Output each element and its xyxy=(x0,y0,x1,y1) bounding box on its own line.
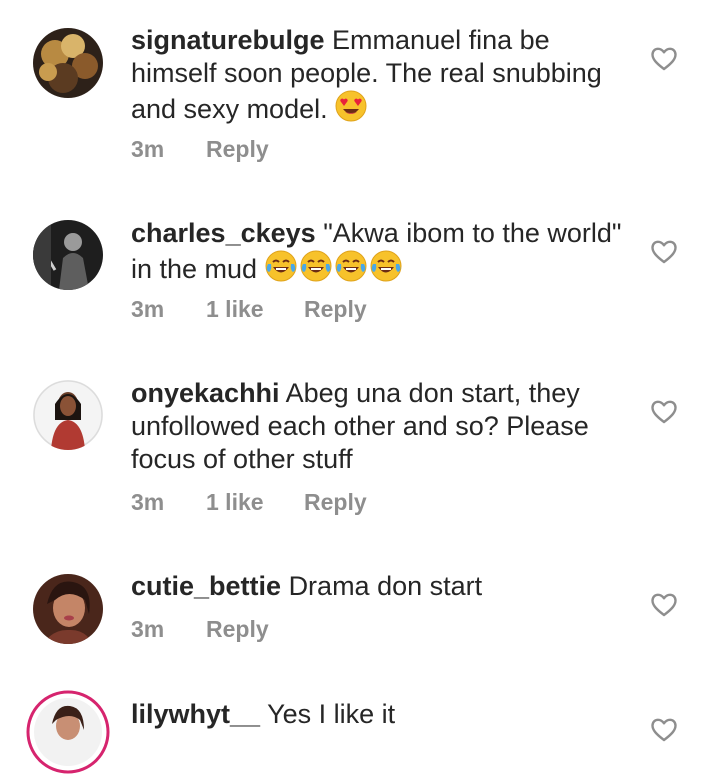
comment-username[interactable]: cutie_bettie xyxy=(131,571,281,601)
comment-username[interactable]: lilywhyt__ xyxy=(131,699,260,729)
avatar-image xyxy=(33,380,103,450)
comment-likes[interactable]: 1 like xyxy=(206,489,304,516)
avatar[interactable] xyxy=(33,220,103,290)
comment-meta: 3m 1 like Reply xyxy=(131,296,367,323)
comment-text: lilywhyt__ Yes I like it xyxy=(131,698,631,731)
comment-likes[interactable]: 1 like xyxy=(206,296,304,323)
comment-meta: 3m Reply xyxy=(131,616,269,643)
avatar[interactable] xyxy=(26,690,110,774)
avatar-image xyxy=(26,690,110,774)
heart-outline-icon[interactable] xyxy=(651,593,677,617)
reply-button[interactable]: Reply xyxy=(206,616,269,643)
avatar-image xyxy=(33,28,103,98)
comment-time: 3m xyxy=(131,296,165,322)
heart-outline-icon[interactable] xyxy=(651,718,677,742)
comment-time: 3m xyxy=(131,616,165,642)
comment-meta: 3m Reply xyxy=(131,136,269,163)
reply-button[interactable]: Reply xyxy=(304,296,367,323)
reply-button[interactable]: Reply xyxy=(206,136,269,163)
avatar[interactable] xyxy=(33,574,103,644)
comment-time: 3m xyxy=(131,136,165,162)
heart-eyes-emoji-icon xyxy=(335,90,367,130)
heart-outline-icon[interactable] xyxy=(651,240,677,264)
avatar-image xyxy=(33,574,103,644)
comment-text: signaturebulge Emmanuel fina be himself … xyxy=(131,24,631,130)
comment-username[interactable]: charles_ckeys xyxy=(131,218,316,248)
comment-body: Drama don start xyxy=(288,571,483,601)
comment-text: cutie_bettie Drama don start xyxy=(131,570,631,603)
comment-text: charles_ckeys "Akwa ibom to the world" i… xyxy=(131,217,631,290)
comment-username[interactable]: onyekachhi xyxy=(131,378,280,408)
avatar-image xyxy=(33,220,103,290)
reply-button[interactable]: Reply xyxy=(304,489,367,516)
comment-body: Yes I like it xyxy=(267,699,396,729)
comment-meta: 3m 1 like Reply xyxy=(131,489,367,516)
avatar[interactable] xyxy=(33,28,103,98)
avatar[interactable] xyxy=(33,380,103,450)
tears-of-joy-emoji-icon xyxy=(265,250,403,290)
heart-outline-icon[interactable] xyxy=(651,47,677,71)
comment-text: onyekachhi Abeg una don start, they unfo… xyxy=(131,377,631,476)
heart-outline-icon[interactable] xyxy=(651,400,677,424)
comment-username[interactable]: signaturebulge xyxy=(131,25,325,55)
comment-time: 3m xyxy=(131,489,165,515)
